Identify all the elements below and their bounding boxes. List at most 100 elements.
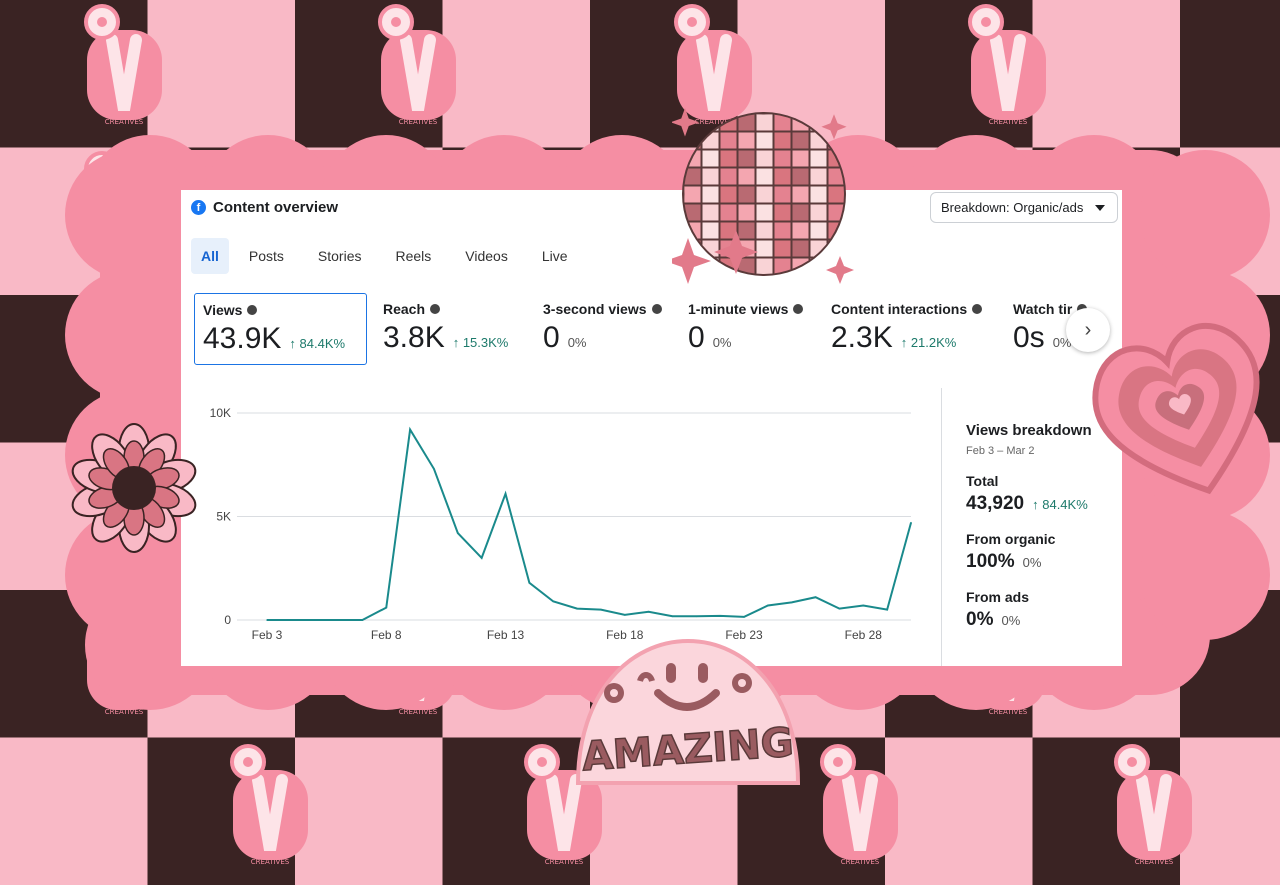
metric-delta: 0%	[567, 335, 587, 350]
data-point	[886, 608, 888, 611]
metric-reach[interactable]: Reach 3.8K ↑ 15.3K%	[375, 293, 535, 365]
brand-text: CREATIVES	[399, 708, 438, 715]
data-point	[266, 619, 268, 621]
brand-text: CREATIVES	[989, 118, 1028, 125]
breakdown-title: Views breakdown	[966, 422, 1092, 439]
organic-value: 100%	[966, 551, 1015, 572]
x-tick-label: Feb 8	[371, 628, 402, 642]
data-point	[743, 616, 745, 618]
data-point	[433, 468, 435, 470]
data-point	[290, 619, 292, 621]
facebook-icon: f	[191, 200, 206, 215]
views-series-line	[267, 426, 912, 621]
card-title: Content overview	[213, 199, 339, 216]
metric-1-minute-views[interactable]: 1-minute views 0 0%	[680, 293, 823, 365]
metric-value: 0	[543, 321, 560, 354]
disco-ball-sticker	[672, 108, 854, 284]
divider	[941, 388, 942, 666]
metric-delta: 0%	[712, 335, 732, 350]
info-icon[interactable]	[247, 305, 258, 315]
data-point	[814, 596, 817, 599]
brand-logo-icon: CREATIVES	[674, 4, 752, 125]
tab-reels[interactable]: Reels	[385, 238, 441, 274]
data-point	[409, 428, 411, 431]
brand-text: CREATIVES	[1135, 858, 1174, 865]
y-tick-label: 10K	[210, 406, 231, 420]
data-point	[790, 601, 793, 604]
data-point	[910, 521, 912, 524]
brand-logo-icon: CREATIVES	[968, 4, 1046, 125]
chevron-down-icon	[1095, 204, 1106, 211]
content-overview-card: f Content overview Breakdown: Organic/ad…	[181, 190, 1122, 666]
brand-text: CREATIVES	[251, 858, 290, 865]
x-tick-label: Feb 13	[487, 628, 525, 642]
data-point	[838, 607, 841, 610]
total-value: 43,920	[966, 493, 1025, 514]
ads-label: From ads	[966, 589, 1030, 605]
brand-logo-icon: CREATIVES	[820, 744, 898, 865]
y-tick-label: 5K	[216, 510, 231, 524]
metric-3-second-views[interactable]: 3-second views 0 0%	[535, 293, 680, 365]
x-tick-label: Feb 28	[845, 628, 883, 642]
metric-value: 0	[688, 321, 705, 354]
metric-delta: ↑ 15.3K%	[452, 335, 509, 350]
tab-live[interactable]: Live	[532, 238, 578, 274]
brand-text: CREATIVES	[105, 118, 144, 125]
data-point	[480, 557, 483, 559]
brand-text: CREATIVES	[545, 858, 584, 865]
metric-value: 3.8K	[383, 321, 445, 354]
tab-all[interactable]: All	[191, 238, 229, 274]
tab-videos[interactable]: Videos	[455, 238, 518, 274]
data-point	[528, 581, 531, 584]
info-icon[interactable]	[651, 304, 662, 314]
ads-delta: 0%	[1001, 613, 1021, 628]
info-icon[interactable]	[793, 304, 804, 314]
data-point	[457, 532, 459, 534]
metric-delta: ↑ 21.2K%	[900, 335, 957, 350]
metric-views[interactable]: Views 43.9K ↑ 84.4K%	[194, 293, 367, 365]
data-point	[719, 615, 721, 617]
frame-scallop	[1140, 510, 1270, 640]
metric-value: 2.3K	[831, 321, 893, 354]
tab-posts[interactable]: Posts	[239, 238, 294, 274]
card-header: f Content overview	[191, 199, 338, 216]
data-point	[695, 615, 698, 618]
data-point	[504, 492, 507, 495]
x-tick-label: Feb 3	[252, 628, 283, 642]
brand-text: CREATIVES	[105, 708, 144, 715]
metric-content-interactions[interactable]: Content interactions 2.3K ↑ 21.2K%	[823, 293, 1005, 365]
frame-scallop	[65, 150, 195, 280]
metric-value: 43.9K	[203, 322, 282, 355]
brand-logo-icon: CREATIVES	[1114, 744, 1192, 865]
data-point	[623, 614, 626, 616]
info-icon[interactable]	[972, 304, 983, 314]
total-delta: ↑ 84.4K%	[1032, 497, 1088, 512]
data-point	[671, 615, 674, 618]
data-point	[552, 600, 555, 603]
data-point	[385, 606, 388, 609]
breakdown-label: Breakdown: Organic/ads	[941, 200, 1084, 215]
data-point	[767, 604, 769, 607]
flower-sticker	[71, 423, 197, 553]
y-tick-label: 0	[224, 613, 231, 627]
info-icon[interactable]	[430, 304, 441, 314]
data-point	[337, 619, 340, 621]
total-label: Total	[966, 473, 999, 489]
tab-stories[interactable]: Stories	[308, 238, 372, 274]
data-point	[647, 610, 650, 613]
brand-text: CREATIVES	[989, 708, 1028, 715]
brand-logo-icon: CREATIVES	[230, 744, 308, 865]
metric-delta: ↑ 84.4K%	[289, 336, 346, 351]
frame-scallop	[65, 270, 195, 400]
data-point	[862, 604, 865, 607]
breakdown-dropdown[interactable]: Breakdown: Organic/ads	[930, 192, 1118, 223]
views-breakdown-panel: Views breakdown Feb 3 – Mar 2 Total 43,9…	[966, 422, 1092, 631]
amazing-sticker: AMAZING	[575, 638, 801, 785]
data-point	[576, 607, 578, 610]
metric-cards: Views 43.9K ↑ 84.4K% Reach 3.8K ↑ 15.3K% 3…	[194, 293, 1095, 365]
brand-text: CREATIVES	[399, 118, 438, 125]
brand-logo-icon: CREATIVES	[378, 4, 456, 125]
data-point	[313, 619, 316, 621]
content-tabs: All Posts Stories Reels Videos Live	[191, 238, 592, 274]
metric-value: 0s	[1013, 321, 1045, 354]
